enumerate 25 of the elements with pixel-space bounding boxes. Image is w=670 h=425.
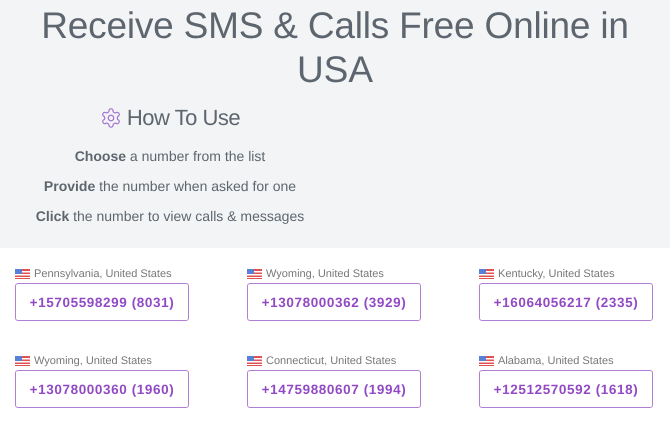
phone-number-button[interactable]: +13078000360 (1960) (15, 370, 189, 408)
flag-icon (247, 356, 262, 366)
flag-icon (15, 356, 30, 366)
flag-icon (15, 269, 30, 279)
location-label: Pennsylvania, United States (34, 268, 172, 280)
page-title: Receive SMS & Calls Free Online in (41, 4, 629, 48)
location-label: Kentucky, United States (498, 268, 615, 280)
location-label: Wyoming, United States (266, 268, 384, 280)
phone-number-button[interactable]: +12512570592 (1618) (479, 370, 653, 408)
phone-number-button[interactable]: +16064056217 (2335) (479, 283, 653, 321)
section-title: How To Use (126, 105, 240, 131)
location-label: Wyoming, United States (34, 355, 152, 367)
instruction-text: Provide the number when asked for one (44, 178, 296, 194)
instruction-text: Click the number to view calls & messages (36, 208, 304, 224)
phone-number-button[interactable]: +13078000362 (3929) (247, 283, 421, 321)
flag-icon (247, 269, 262, 279)
phone-number-button[interactable]: +15705598299 (8031) (15, 283, 189, 321)
instruction-text: Choose a number from the list (74, 148, 266, 164)
phone-number-button[interactable]: +14759880607 (1994) (247, 370, 421, 408)
location-label: Alabama, United States (498, 355, 614, 367)
settings-icon (100, 107, 122, 129)
location-label: Connecticut, United States (266, 355, 396, 367)
country-name: USA (296, 48, 374, 92)
flag-icon (479, 269, 494, 279)
flag-icon (479, 356, 494, 366)
